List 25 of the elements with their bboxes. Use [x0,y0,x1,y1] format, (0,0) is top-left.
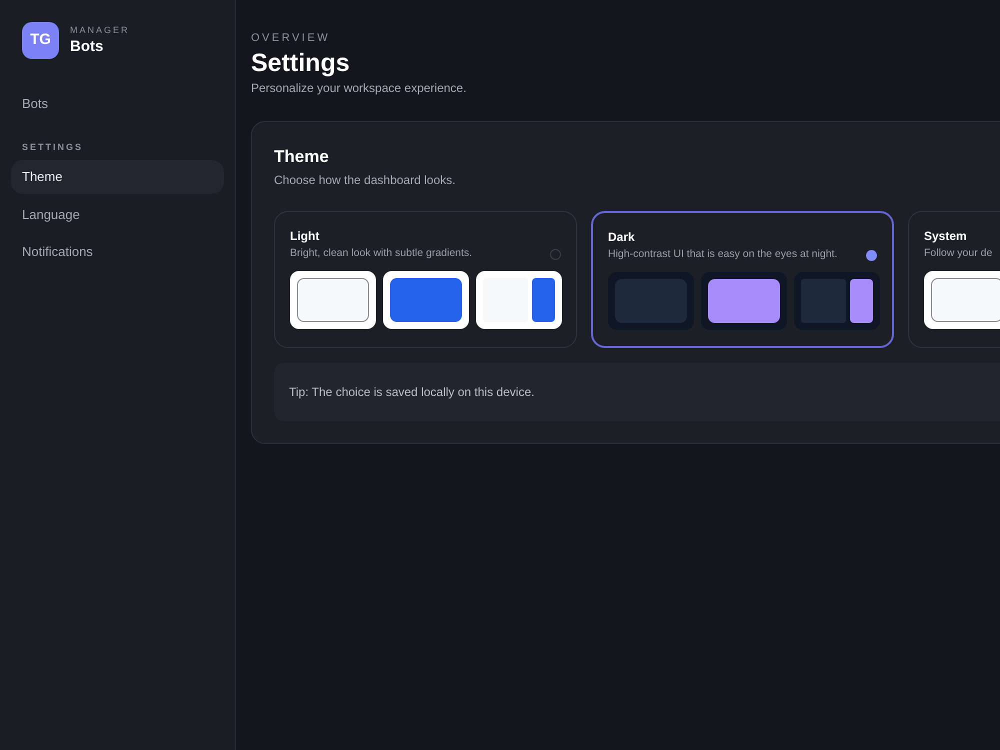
theme-option[interactable]: Light Bright, clean look with subtle gradients. [274,211,577,348]
option-description: High-contrast UI that is easy on the eyes at night. [608,247,838,262]
page-title: Settings [251,48,351,78]
option-title: Dark [608,229,636,246]
option-title: System [924,228,968,245]
page-eyebrow: OVERVIEW [251,31,332,46]
radio-unselected[interactable] [550,249,561,260]
page-subtitle: Personalize your workspace experience. [251,80,468,96]
nav-item[interactable]: Language [11,198,224,231]
panel-title: Theme [274,146,330,168]
option-description: Follow your de [924,246,994,261]
radio-selected[interactable] [866,250,877,261]
tip-banner: Tip: The choice is saved locally on this device. [274,363,1000,421]
option-title: Light [290,228,320,245]
theme-option[interactable]: Dark High-contrast UI that is easy on the eyes at night. [591,211,894,348]
theme-option[interactable]: System Follow your de [908,211,1000,348]
logo: TG [22,22,59,59]
panel-subtitle: Choose how the dashboard looks. [274,172,456,189]
nav-item[interactable]: Bots [11,87,224,120]
nav-item[interactable]: Notifications [11,235,224,268]
option-description: Bright, clean look with subtle gradients. [290,246,474,261]
section-heading: SETTINGS [21,140,84,154]
brand-title: Bots [70,37,104,58]
nav-item[interactable]: Theme [11,160,224,194]
brand-caption: MANAGER [70,24,130,37]
